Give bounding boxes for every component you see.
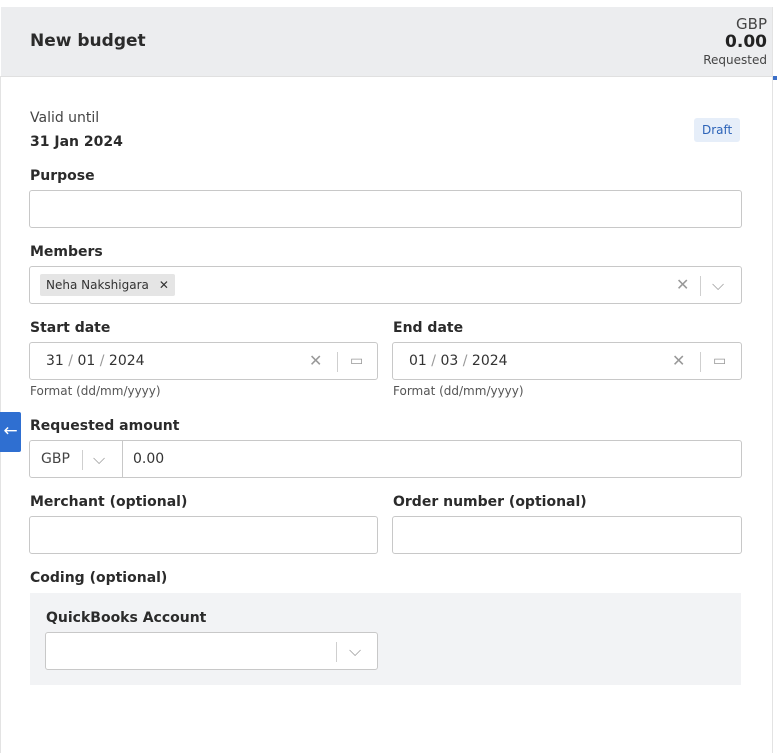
- members-select[interactable]: Neha Nakshigara ✕ ✕ ⌵: [29, 266, 742, 304]
- chevron-down-icon[interactable]: ⌵: [93, 451, 105, 467]
- member-chip-label: Neha Nakshigara: [46, 278, 149, 292]
- quickbooks-account-label: QuickBooks Account: [46, 610, 207, 626]
- order-number-input[interactable]: [392, 516, 742, 554]
- valid-until-label: Valid until: [30, 110, 100, 126]
- status-badge: Draft: [694, 118, 741, 142]
- header-amount: 0.00: [725, 32, 767, 52]
- requested-amount-field: GBP ⌵ 0.00: [29, 440, 742, 478]
- currency-select[interactable]: GBP: [41, 451, 70, 467]
- close-icon[interactable]: ✕: [672, 353, 685, 369]
- arrow-left-icon: ←: [3, 421, 18, 441]
- requested-amount-label: Requested amount: [30, 418, 180, 434]
- merchant-label: Merchant (optional): [30, 494, 188, 510]
- member-chip: Neha Nakshigara ✕: [40, 274, 175, 296]
- purpose-label: Purpose: [30, 168, 95, 184]
- currency-separator: [82, 450, 83, 470]
- purpose-input[interactable]: [29, 190, 742, 228]
- amount-divider: [122, 441, 123, 477]
- start-date-label: Start date: [30, 320, 111, 336]
- end-date-hint: Format (dd/mm/yyyy): [393, 384, 524, 398]
- calendar-icon[interactable]: ▭: [350, 353, 363, 369]
- coding-label: Coding (optional): [30, 570, 168, 586]
- chevron-down-icon[interactable]: ⌵: [712, 277, 724, 293]
- quickbooks-account-select[interactable]: ⌵: [45, 632, 378, 670]
- members-separator: [700, 276, 701, 296]
- calendar-icon[interactable]: ▭: [713, 353, 726, 369]
- remove-member-icon[interactable]: ✕: [159, 274, 169, 296]
- end-date-separator: [700, 352, 701, 372]
- header-summary: GBP 0.00 Requested: [703, 16, 767, 68]
- start-date-separator: [337, 352, 338, 372]
- panel-right-border: [772, 7, 773, 753]
- page-title: New budget: [30, 31, 146, 51]
- chevron-down-icon[interactable]: ⌵: [349, 643, 361, 659]
- header-currency: GBP: [736, 15, 767, 33]
- members-label: Members: [30, 244, 103, 260]
- header-amount-caption: Requested: [703, 53, 767, 67]
- start-date-input[interactable]: 31 / 01 / 2024 ✕ ▭: [29, 342, 378, 380]
- coding-panel: QuickBooks Account ⌵: [30, 593, 741, 685]
- start-date-value: 31 / 01 / 2024: [46, 353, 145, 369]
- collapse-panel-button[interactable]: ←: [0, 412, 21, 452]
- end-date-label: End date: [393, 320, 464, 336]
- end-date-value: 01 / 03 / 2024: [409, 353, 508, 369]
- start-date-hint: Format (dd/mm/yyyy): [30, 384, 161, 398]
- amount-input[interactable]: 0.00: [133, 451, 164, 467]
- top-strip: [0, 0, 778, 7]
- account-separator: [336, 642, 337, 662]
- end-date-input[interactable]: 01 / 03 / 2024 ✕ ▭: [392, 342, 742, 380]
- order-number-label: Order number (optional): [393, 494, 587, 510]
- merchant-input[interactable]: [29, 516, 378, 554]
- clear-members-icon[interactable]: ✕: [676, 277, 689, 293]
- close-icon[interactable]: ✕: [309, 353, 322, 369]
- scroll-indicator: [773, 76, 777, 80]
- page-header: New budget GBP 0.00 Requested: [1, 7, 772, 77]
- valid-until-value: 31 Jan 2024: [30, 134, 123, 150]
